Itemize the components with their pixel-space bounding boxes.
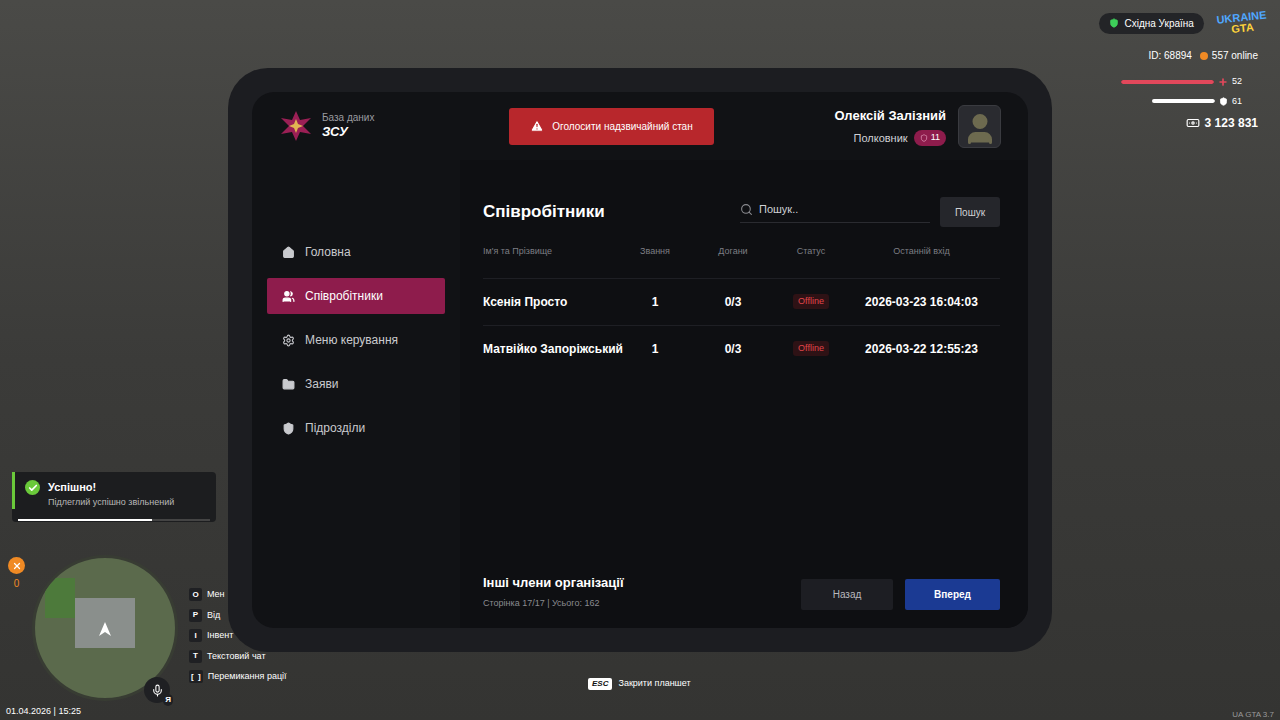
status-badge: Offline (793, 341, 829, 357)
armor-icon (1219, 97, 1228, 106)
success-icon (25, 480, 40, 495)
armor-bar (1122, 99, 1215, 103)
table-footer: Інші члени організаціїСторінка 17/17 | У… (483, 573, 1000, 610)
content: Співробітники Пошук Ім'я та ПрізвищеЗвання… (460, 160, 1028, 628)
avatar-person-icon (962, 111, 998, 147)
status-badge: Offline (793, 294, 829, 310)
version: UA GTA 3.7 (1232, 709, 1274, 720)
user-rank: Полковник (854, 130, 908, 147)
online-dot-icon (1200, 52, 1208, 60)
sidebar-item[interactable]: Заяви (267, 366, 445, 402)
page-title: Співробітники (483, 199, 605, 225)
sidebar: Головна Співробітники Меню керування Заяви П… (252, 160, 460, 628)
money: 3 123 831 (1205, 114, 1258, 132)
warning-icon (530, 119, 544, 133)
user-avatar (958, 105, 1001, 148)
esc-hint: ESCЗакрити планшет (588, 677, 691, 691)
user-name: Олексій Залізний (834, 106, 946, 126)
player-arrow-icon (99, 622, 111, 636)
prev-button[interactable]: Назад (801, 579, 893, 610)
tablet: База данихЗСУОголосити надзвичайний стан… (228, 68, 1052, 652)
table-row[interactable]: Ксенія Просто10/3Offline2026-03-23 16:04… (483, 278, 1000, 325)
hud-top-right: Східна Україна UKRAINEGTA ID: 68894 557 onl… (1099, 10, 1270, 132)
sidebar-item-icon (282, 378, 295, 391)
sidebar-item[interactable]: Меню керування (267, 322, 445, 358)
health-bar (1121, 80, 1214, 84)
zsu-emblem-icon (280, 110, 312, 142)
sidebar-item-icon (282, 246, 295, 259)
region-badge: Східна Україна (1099, 13, 1203, 34)
minimap-badge: 0 (8, 557, 25, 591)
player-id: ID: 68894 (1148, 48, 1191, 63)
datetime: 01.04.2026 | 15:25 (6, 705, 81, 719)
table: Ім'я та ПрізвищеЗванняДоганиСтатусОстанн… (483, 241, 1000, 372)
level-badge: 11 (914, 130, 946, 146)
next-button[interactable]: Вперед (905, 579, 1000, 610)
mic-button[interactable]: Я (144, 677, 170, 703)
health-icon (1218, 77, 1228, 87)
sidebar-item-icon (282, 290, 295, 303)
table-header: Ім'я та ПрізвищеЗванняДоганиСтатусОстанн… (483, 241, 1000, 278)
game-screen: Східна Україна UKRAINEGTA ID: 68894 557 onl… (0, 0, 1280, 720)
notification: Успішно!Підлеглий успішно звільнений (12, 472, 216, 522)
region-shield-icon (1109, 18, 1119, 28)
sidebar-item[interactable]: Співробітники (267, 278, 445, 314)
sidebar-item[interactable]: Підрозділи (267, 410, 445, 446)
server-logo: UKRAINEGTA (1213, 7, 1272, 39)
hunger-icon (12, 561, 22, 571)
pagination-info: Сторінка 17/17 | Усього: 162 (483, 597, 624, 611)
search-input[interactable] (759, 201, 930, 218)
sidebar-item-icon (282, 334, 295, 347)
sidebar-item[interactable]: Головна (267, 234, 445, 270)
money-icon (1186, 116, 1200, 130)
tablet-header: База данихЗСУОголосити надзвичайний стан… (252, 92, 1028, 160)
online-count: 557 online (1212, 48, 1258, 63)
table-row[interactable]: Матвійко Запоріжський10/3Offline2026-03-… (483, 325, 1000, 372)
notification-progress (18, 519, 210, 521)
search-field[interactable] (740, 201, 930, 223)
level-shield-icon (920, 134, 928, 142)
emergency-button[interactable]: Оголосити надзвичайний стан (509, 108, 714, 145)
search-icon (740, 203, 753, 216)
search-button[interactable]: Пошук (940, 197, 1000, 227)
mic-icon (151, 684, 164, 697)
key-hint: [ ]Перемикання рації (189, 670, 287, 684)
sidebar-item-icon (282, 422, 295, 435)
